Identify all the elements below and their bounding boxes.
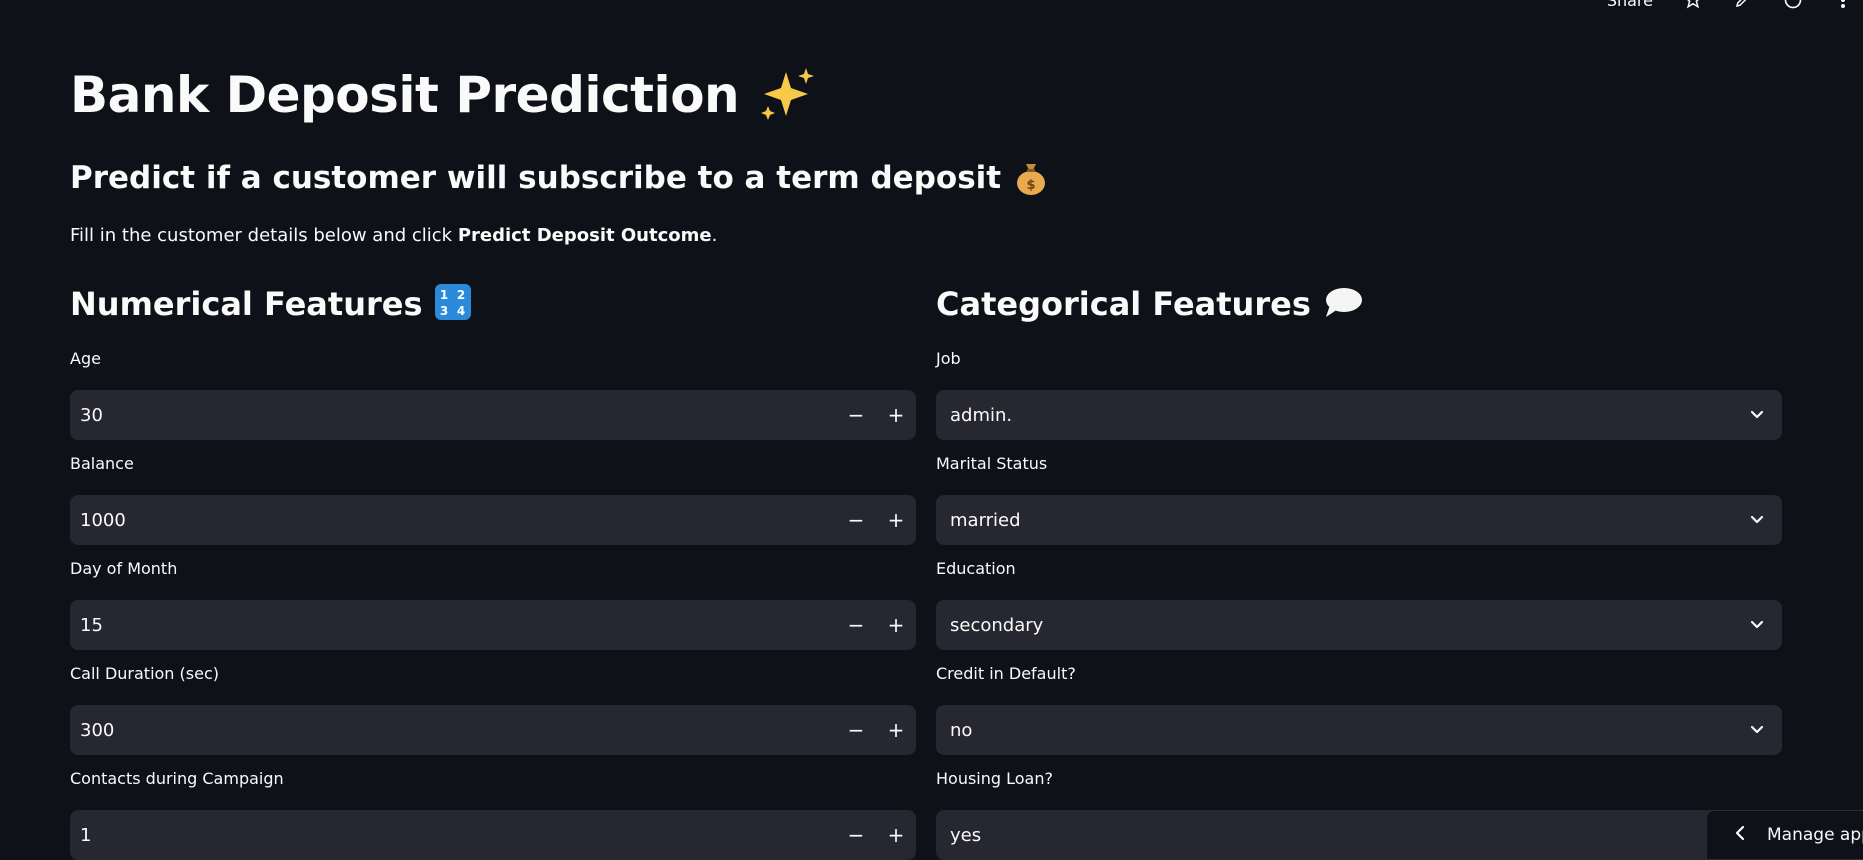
manage-app-button[interactable]: Manage app (1706, 810, 1863, 860)
balance-value[interactable]: 1000 (70, 510, 836, 531)
page-subtitle: Predict if a customer will subscribe to … (70, 156, 1050, 202)
categorical-features-heading: Categorical Features (936, 279, 1782, 329)
housing-loan-field: Housing Loan? yes (936, 768, 1782, 860)
page-title-text: Bank Deposit Prediction (70, 66, 740, 124)
svg-text:1: 1 (439, 288, 447, 302)
call-duration-number-input[interactable]: 300 − + (70, 705, 916, 755)
credit-default-select[interactable]: no (936, 705, 1782, 755)
minus-icon[interactable]: − (836, 600, 876, 650)
github-icon[interactable] (1783, 0, 1803, 10)
campaign-contacts-value[interactable]: 1 (70, 825, 836, 846)
education-field: Education secondary (936, 558, 1782, 650)
marital-status-value[interactable]: married (936, 510, 1732, 531)
day-of-month-label: Day of Month (70, 559, 178, 578)
education-label: Education (936, 559, 1016, 578)
day-of-month-number-input[interactable]: 15 − + (70, 600, 916, 650)
job-value[interactable]: admin. (936, 405, 1732, 426)
credit-default-label: Credit in Default? (936, 664, 1076, 683)
balance-stepper: − + (836, 495, 916, 545)
job-field: Job admin. (936, 348, 1782, 440)
credit-default-field: Credit in Default? no (936, 663, 1782, 755)
plus-icon[interactable]: + (876, 600, 916, 650)
marital-status-label: Marital Status (936, 454, 1048, 473)
campaign-contacts-label: Contacts during Campaign (70, 769, 284, 788)
minus-icon[interactable]: − (836, 810, 876, 860)
job-label: Job (936, 349, 961, 368)
page-subtitle-text: Predict if a customer will subscribe to … (70, 160, 1002, 196)
intro-bold: Predict Deposit Outcome (457, 225, 712, 246)
minus-icon[interactable]: − (836, 390, 876, 440)
marital-status-field: Marital Status married (936, 453, 1782, 545)
education-value[interactable]: secondary (936, 615, 1732, 636)
age-label: Age (70, 349, 101, 368)
intro-suffix: . (711, 225, 718, 246)
share-button[interactable]: Share (1607, 0, 1653, 10)
age-value[interactable]: 30 (70, 405, 836, 426)
credit-default-value[interactable]: no (936, 720, 1732, 741)
sparkles-icon (756, 64, 816, 134)
housing-loan-label: Housing Loan? (936, 769, 1053, 788)
plus-icon[interactable]: + (876, 705, 916, 755)
manage-app-label: Manage app (1767, 825, 1863, 845)
svg-text:4: 4 (456, 304, 464, 318)
plus-icon[interactable]: + (876, 390, 916, 440)
speech-balloon-icon (1322, 281, 1364, 331)
svg-text:2: 2 (456, 288, 464, 302)
input-numbers-icon: 1 2 3 4 (434, 281, 472, 331)
day-of-month-value[interactable]: 15 (70, 615, 836, 636)
campaign-contacts-field: Contacts during Campaign 1 − + (70, 768, 916, 860)
minus-icon[interactable]: − (836, 495, 876, 545)
day-of-month-field: Day of Month 15 − + (70, 558, 916, 650)
numerical-heading-text: Numerical Features (70, 285, 423, 323)
chevron-down-icon[interactable] (1732, 390, 1782, 440)
education-select[interactable]: secondary (936, 600, 1782, 650)
balance-label: Balance (70, 454, 134, 473)
star-icon[interactable] (1683, 0, 1703, 10)
numerical-features-column: Numerical Features 1 2 3 4 Age 30 − + Ba… (70, 279, 916, 860)
age-stepper: − + (836, 390, 916, 440)
call-duration-field: Call Duration (sec) 300 − + (70, 663, 916, 755)
call-duration-value[interactable]: 300 (70, 720, 836, 741)
housing-loan-value[interactable]: yes (936, 825, 1732, 846)
campaign-contacts-number-input[interactable]: 1 − + (70, 810, 916, 860)
day-of-month-stepper: − + (836, 600, 916, 650)
top-toolbar: Share (1607, 0, 1853, 14)
page-title: Bank Deposit Prediction (70, 60, 816, 134)
age-number-input[interactable]: 30 − + (70, 390, 916, 440)
chevron-left-icon (1735, 825, 1745, 846)
call-duration-stepper: − + (836, 705, 916, 755)
chevron-down-icon[interactable] (1732, 600, 1782, 650)
edit-icon[interactable] (1733, 0, 1753, 10)
svg-text:3: 3 (439, 304, 447, 318)
intro-prefix: Fill in the customer details below and c… (70, 225, 458, 246)
marital-status-select[interactable]: married (936, 495, 1782, 545)
job-select[interactable]: admin. (936, 390, 1782, 440)
kebab-menu-icon[interactable] (1833, 0, 1853, 10)
balance-field: Balance 1000 − + (70, 453, 916, 545)
plus-icon[interactable]: + (876, 495, 916, 545)
numerical-features-heading: Numerical Features 1 2 3 4 (70, 279, 916, 329)
intro-text: Fill in the customer details below and c… (70, 222, 717, 250)
categorical-features-column: Categorical Features Job admin. Marital … (936, 279, 1782, 860)
age-field: Age 30 − + (70, 348, 916, 440)
minus-icon[interactable]: − (836, 705, 876, 755)
call-duration-label: Call Duration (sec) (70, 664, 219, 683)
balance-number-input[interactable]: 1000 − + (70, 495, 916, 545)
plus-icon[interactable]: + (876, 810, 916, 860)
housing-loan-select[interactable]: yes (936, 810, 1782, 860)
campaign-contacts-stepper: − + (836, 810, 916, 860)
money-bag-icon: $ (1012, 158, 1050, 202)
chevron-down-icon[interactable] (1732, 495, 1782, 545)
chevron-down-icon[interactable] (1732, 705, 1782, 755)
categorical-heading-text: Categorical Features (936, 285, 1311, 323)
svg-text:$: $ (1026, 178, 1035, 193)
